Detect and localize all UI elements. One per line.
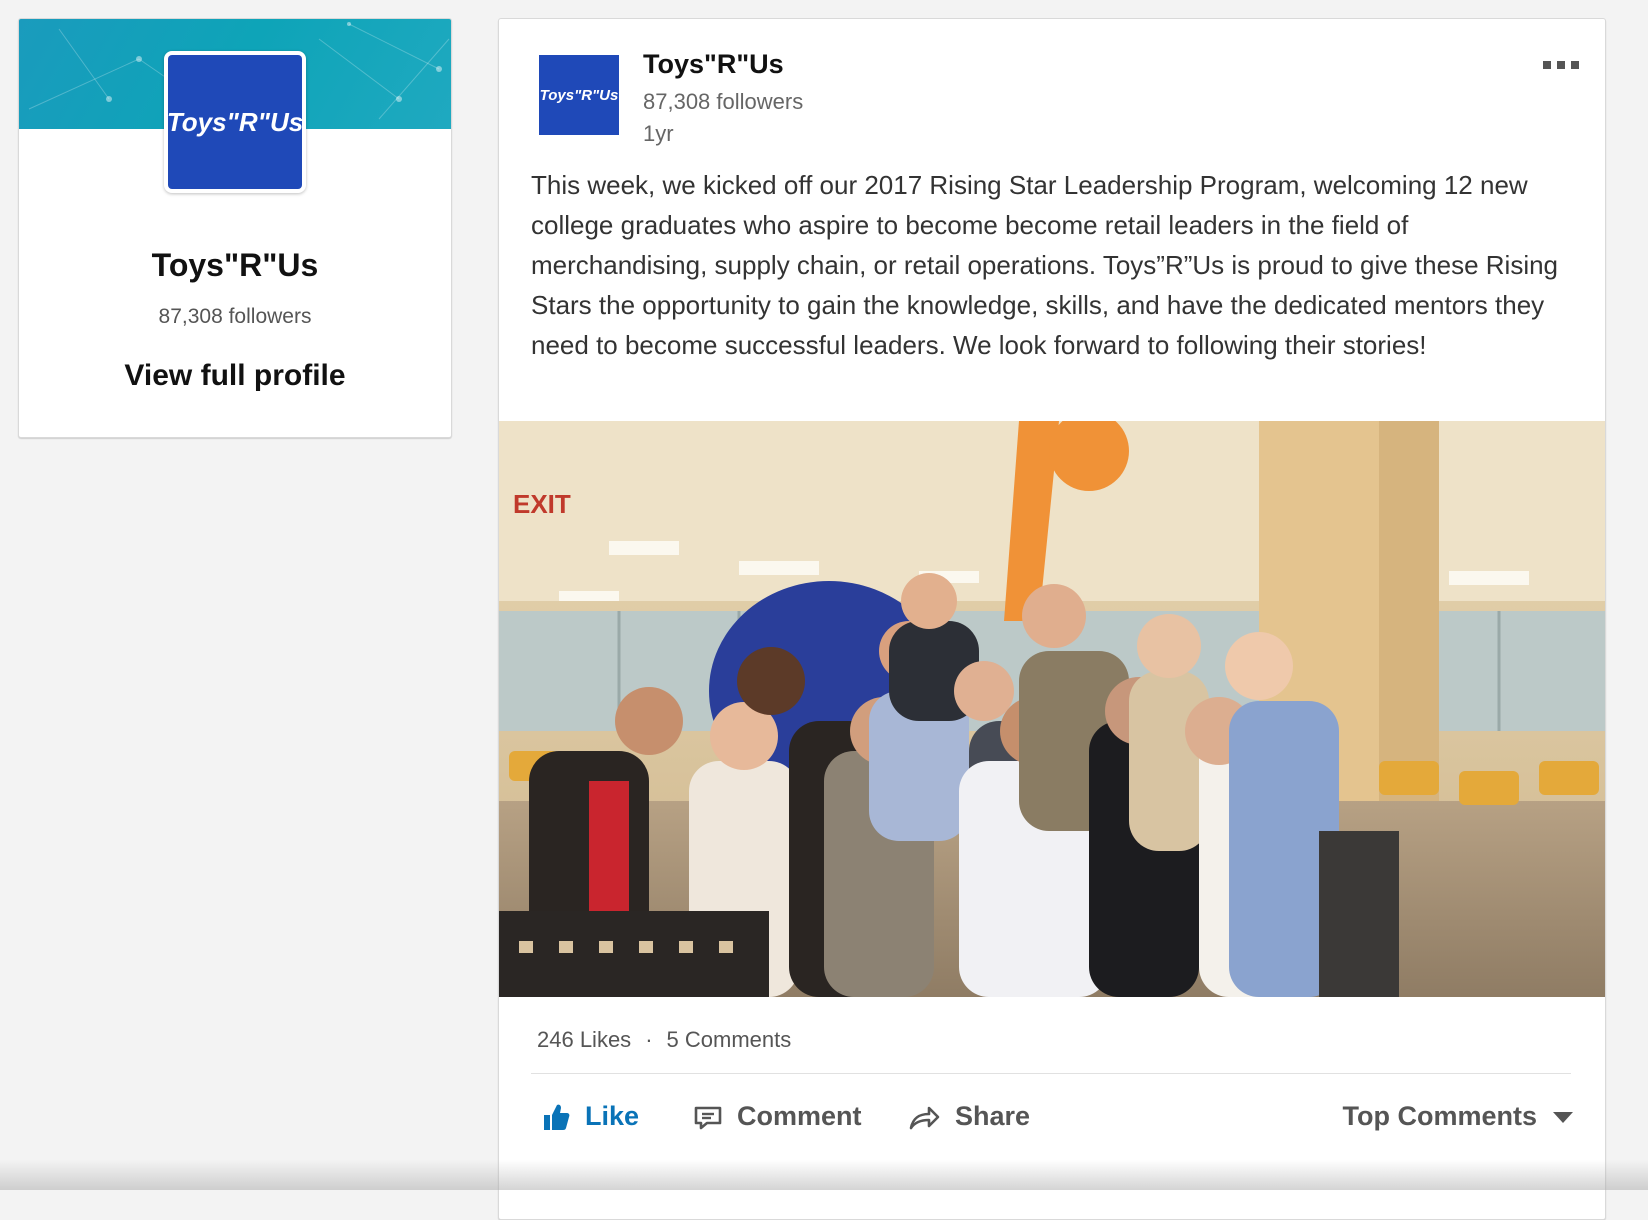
view-full-profile-link[interactable]: View full profile xyxy=(19,359,451,393)
post-author-avatar[interactable]: Toys"R"Us xyxy=(539,55,619,135)
window-bottom-shadow xyxy=(0,1160,1648,1190)
post-author-followers: 87,308 followers xyxy=(643,89,804,114)
company-profile-card: Toys"R"Us Toys"R"Us 87,308 followers Vie… xyxy=(18,18,452,438)
post-actions-bar: Like Comment Share Top Comments xyxy=(535,1101,1575,1147)
actions-divider xyxy=(531,1073,1571,1074)
more-options-button[interactable] xyxy=(1535,55,1579,75)
post-timestamp[interactable]: 1yr xyxy=(643,121,674,147)
follower-count: 87,308 followers xyxy=(158,305,312,328)
thumbs-up-icon xyxy=(544,1104,570,1130)
sort-label: Top Comments xyxy=(1342,1101,1538,1131)
chevron-down-icon xyxy=(1553,1111,1573,1123)
post-body-text: This week, we kicked off our 2017 Rising… xyxy=(531,170,1559,360)
share-arrow-icon xyxy=(909,1106,940,1129)
ellipsis-icon xyxy=(1571,61,1579,69)
group-photo-illustration: EXIT xyxy=(499,421,1605,997)
post-photo[interactable]: EXIT xyxy=(499,421,1605,997)
like-label: Like xyxy=(585,1101,640,1131)
ellipsis-icon xyxy=(1543,61,1551,69)
stats-separator: · xyxy=(645,1027,653,1052)
comment-sort-dropdown[interactable]: Top Comments xyxy=(1343,1101,1576,1132)
ellipsis-icon xyxy=(1557,61,1565,69)
exit-sign: EXIT xyxy=(513,489,571,519)
comment-icon xyxy=(694,1106,722,1129)
post-stats: 246 Likes · 5 Comments xyxy=(537,1027,791,1053)
feed-post: Toys"R"Us Toys"R"Us 87,308 followers 1yr… xyxy=(498,18,1606,1220)
post-author-name[interactable]: Toys"R"Us xyxy=(643,49,784,80)
comment-button[interactable]: Comment xyxy=(693,1101,862,1132)
comment-label: Comment xyxy=(737,1101,862,1131)
share-label: Share xyxy=(955,1101,1031,1131)
like-button[interactable]: Like xyxy=(541,1101,639,1132)
logo-tile: Toys"R"Us xyxy=(167,55,303,189)
likes-count[interactable]: 246 Likes xyxy=(537,1027,631,1053)
company-logo[interactable]: Toys"R"Us xyxy=(164,51,306,193)
company-name[interactable]: Toys"R"Us xyxy=(19,247,451,284)
share-button[interactable]: Share xyxy=(907,1101,1030,1132)
comments-count[interactable]: 5 Comments xyxy=(667,1027,792,1053)
